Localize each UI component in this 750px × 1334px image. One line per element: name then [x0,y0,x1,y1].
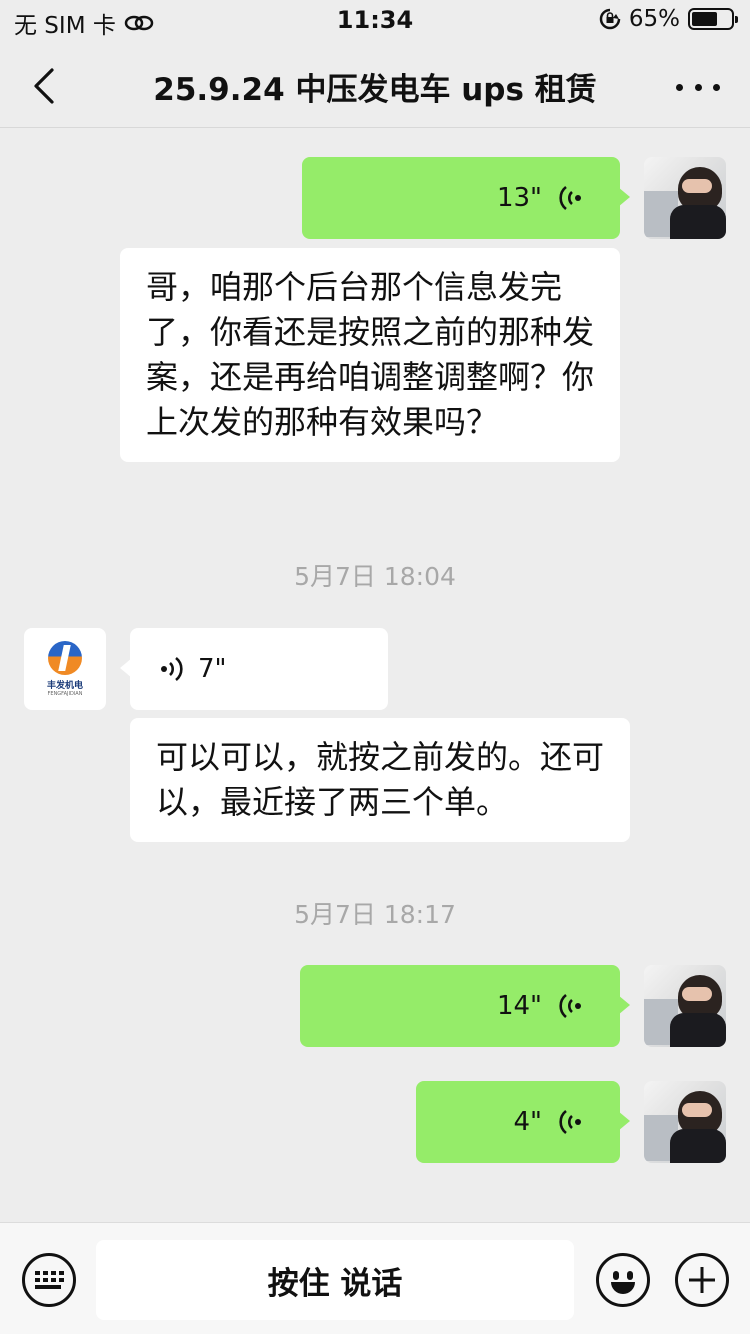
more-button[interactable] [676,72,720,102]
keyboard-space [34,1285,61,1289]
message-text: 哥，咱那个后台那个信息发完了，你看还是按照之前的那种发案，还是再给咱调整调整啊？… [146,268,595,441]
logo-text: 丰发机电 [46,681,83,691]
voice-message-self[interactable]: 13" [302,157,630,239]
voice-message-self[interactable]: 4" [416,1081,630,1163]
voice-wave-icon [559,1109,581,1135]
battery-fill [692,12,717,26]
status-bar: 无 SIM 卡 11:34 65% [0,0,750,44]
self-avatar[interactable] [644,1081,726,1163]
avatar-body [670,205,726,239]
text-message-other[interactable]: 可以可以，就按之前发的。还可以，最近接了两三个单。 [130,718,630,842]
voice-wave-icon [161,656,183,682]
avatar-hand [682,1103,712,1117]
logo-subtext: FENGFAJIDIAN [47,691,83,697]
keyboard-keys [34,1271,64,1282]
voice-duration: 4" [513,1106,542,1137]
avatar-body [670,1013,726,1047]
hold-to-talk-button[interactable]: 按住 说话 [96,1240,574,1320]
voice-wave-icon [559,185,581,211]
voice-wave-icon [559,993,581,1019]
more-dot [694,83,702,91]
avatar-hand [682,179,712,193]
battery-icon [688,8,738,30]
emoji-mouth [611,1282,635,1294]
input-bar: 按住 说话 [0,1222,750,1334]
timestamp: 5月7日 18:04 [294,562,456,591]
self-avatar[interactable] [644,157,726,239]
avatar-hand [682,987,712,1001]
other-avatar[interactable]: 丰发机电 FENGFAJIDIAN [24,628,106,710]
company-logo-icon [48,641,82,675]
emoji-button[interactable] [596,1253,650,1307]
emoji-eye [627,1271,633,1280]
keyboard-toggle-button[interactable] [22,1253,76,1307]
back-button[interactable] [26,64,66,108]
voice-duration: 13" [496,182,542,213]
voice-duration: 14" [496,990,542,1021]
timestamp: 5月7日 18:17 [294,900,456,929]
battery-percent: 65% [628,6,680,32]
rotation-lock-icon [599,8,621,30]
message-text: 可以可以，就按之前发的。还可以，最近接了两三个单。 [156,738,605,821]
plus-button[interactable] [675,1253,729,1307]
voice-message-other[interactable]: 7" [120,628,388,710]
status-right: 65% [599,6,738,32]
text-message-other[interactable]: 哥，咱那个后台那个信息发完了，你看还是按照之前的那种发案，还是再给咱调整调整啊？… [120,248,620,462]
voice-message-self[interactable]: 14" [300,965,630,1047]
voice-duration: 7" [198,653,227,684]
more-dot [713,83,720,91]
chat-title: 25.9.24 中压发电车 ups 租赁 [153,72,597,108]
nav-bar: 25.9.24 中压发电车 ups 租赁 [0,44,750,128]
chevron-left-icon [34,68,54,104]
self-avatar[interactable] [644,965,726,1047]
keyboard-icon [34,1271,64,1289]
avatar-body [670,1129,726,1163]
more-dots-icon [676,83,683,91]
emoji-icon [613,1271,619,1280]
chat-history[interactable]: 13" 哥，咱那个后台那个信息发完了，你看还是按照之前的那种发案，还是再给咱调整… [0,129,750,1221]
